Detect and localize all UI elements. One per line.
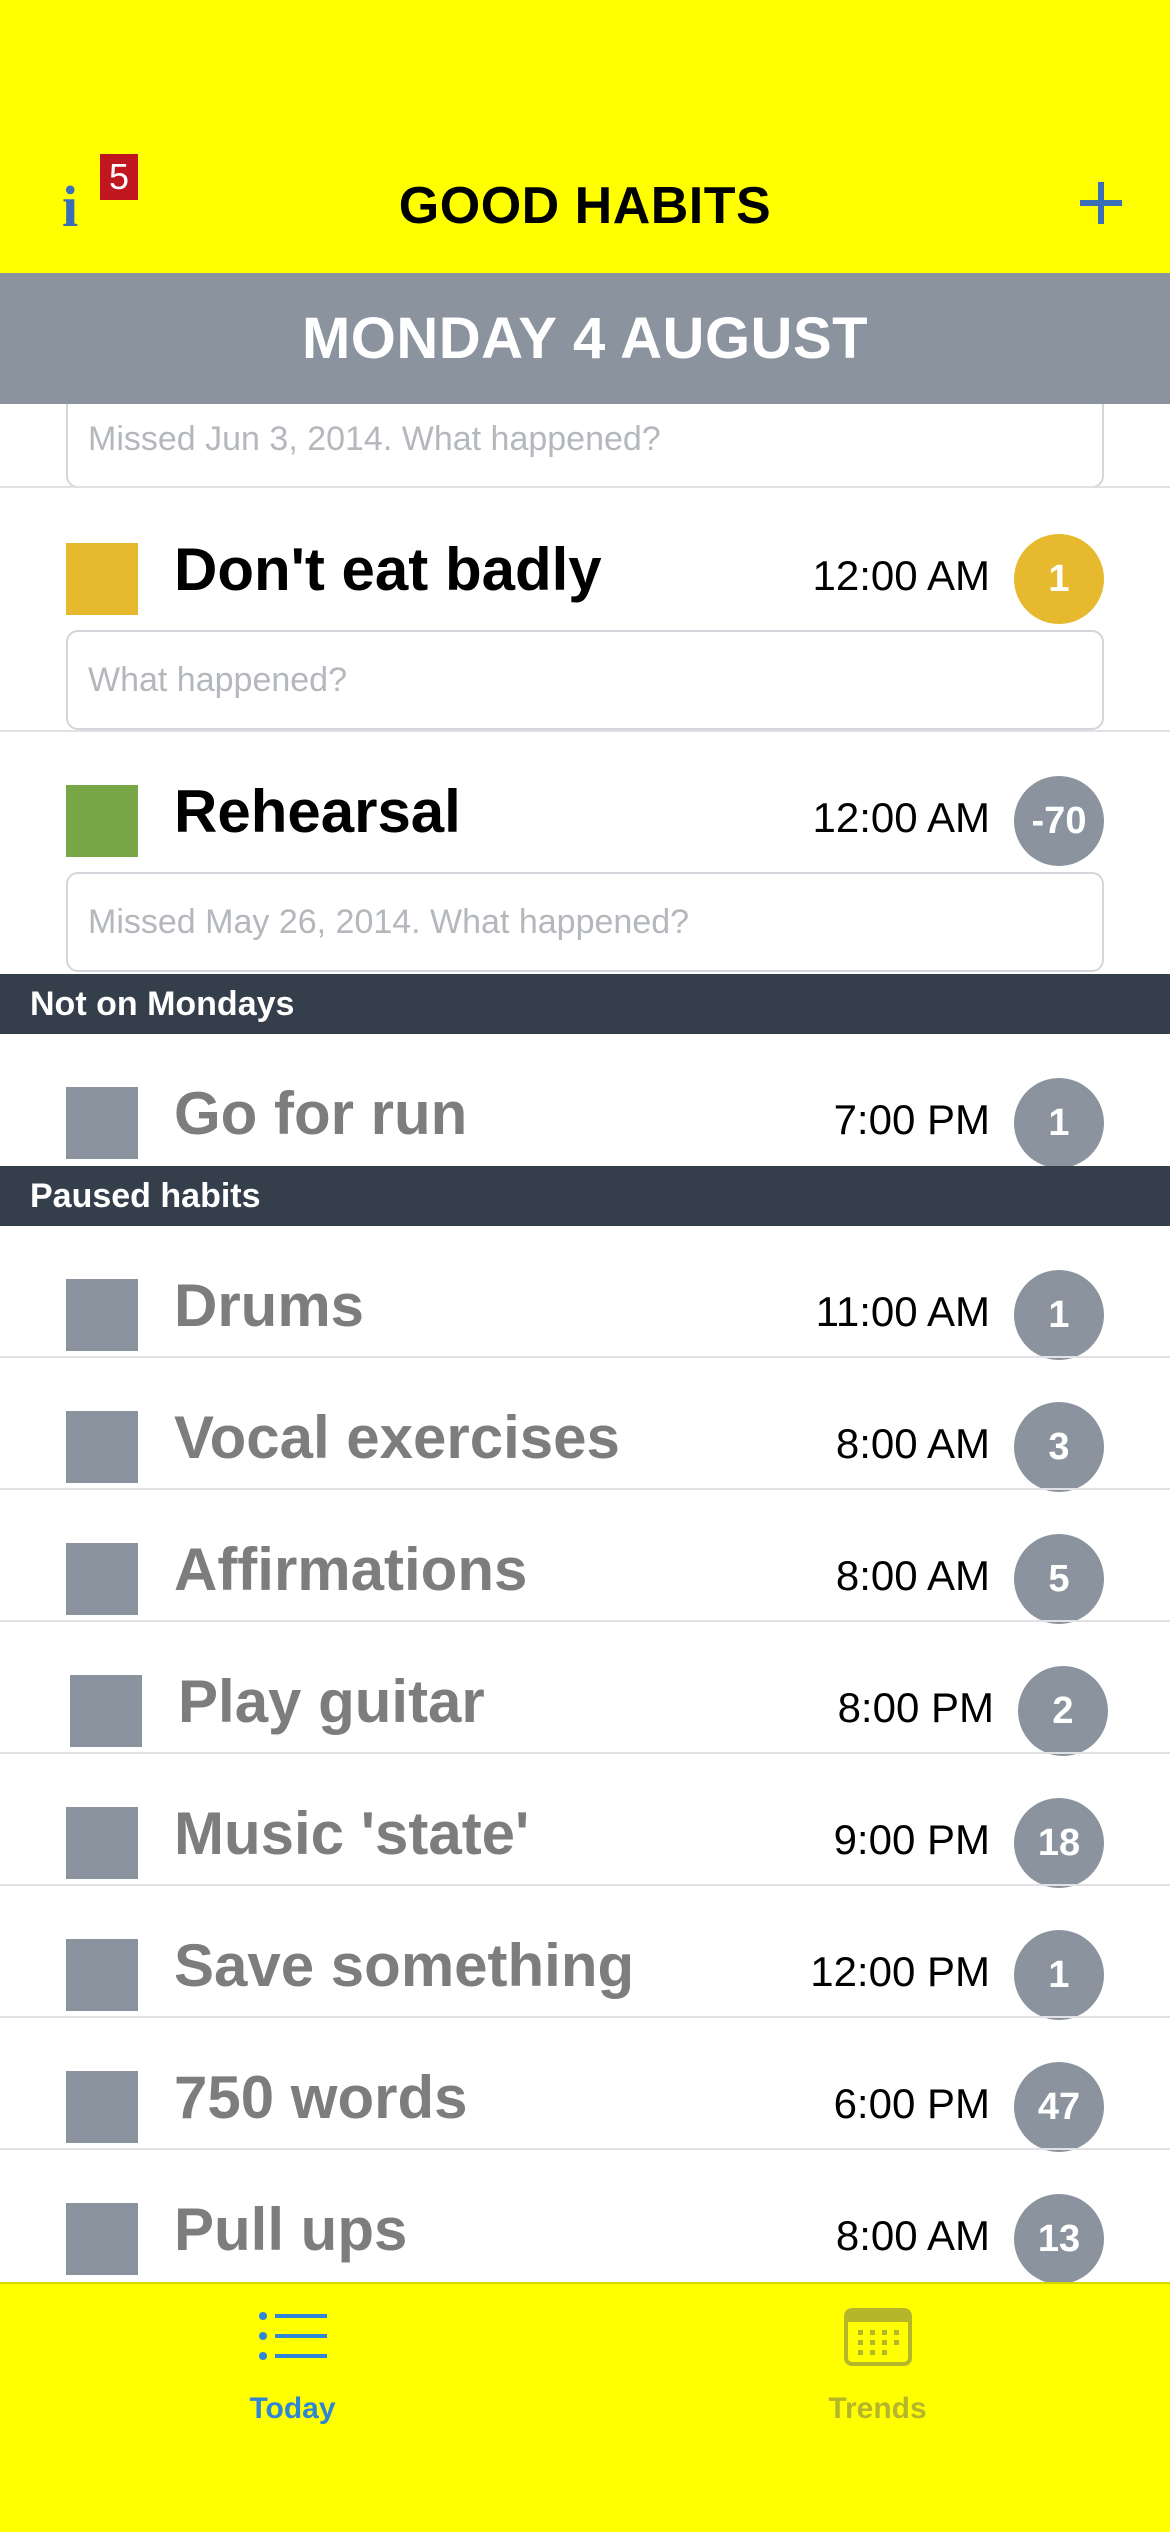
streak-count-badge: 1 (1014, 1078, 1104, 1168)
habit-name: Don't eat badly (174, 536, 602, 603)
tab-today[interactable]: Today (0, 2284, 585, 2444)
habit-checkbox[interactable] (66, 1411, 138, 1483)
streak-count-badge: 1 (1014, 1270, 1104, 1360)
top-bar: i 5 GOOD HABITS (0, 0, 1170, 273)
habit-checkbox[interactable] (66, 1543, 138, 1615)
habit-checkbox[interactable] (66, 1087, 138, 1159)
divider (0, 2016, 1170, 2018)
habit-time: 12:00 PM (810, 1948, 990, 1995)
tab-label: Trends (828, 2392, 927, 2425)
habit-row-affirmations[interactable]: Affirmations 8:00 AM 5 (0, 1500, 1170, 1630)
habit-time: 12:00 AM (812, 794, 990, 841)
habit-row-drums[interactable]: Drums 11:00 AM 1 (0, 1236, 1170, 1366)
habit-note-input[interactable]: Missed May 26, 2014. What happened? (66, 872, 1104, 972)
habit-time: 8:00 AM (835, 2212, 990, 2259)
habit-name: Affirmations (174, 1536, 528, 1603)
habit-name: Rehearsal (174, 778, 461, 845)
habit-checkbox[interactable] (66, 785, 138, 857)
streak-count-badge: -70 (1014, 776, 1104, 866)
divider (0, 1488, 1170, 1490)
tab-label: Today (249, 2392, 336, 2425)
add-habit-button[interactable] (1078, 180, 1124, 226)
streak-count-badge: 2 (1018, 1666, 1108, 1756)
habit-note-input[interactable]: What happened? (66, 630, 1104, 730)
divider (0, 1884, 1170, 1886)
habit-checkbox[interactable] (66, 2203, 138, 2275)
tab-trends[interactable]: Trends (585, 2284, 1170, 2444)
habit-time: 11:00 AM (815, 1288, 990, 1335)
streak-count-badge: 47 (1014, 2062, 1104, 2152)
habit-time: 9:00 PM (833, 1816, 990, 1863)
habit-time: 12:00 AM (812, 552, 990, 599)
habit-time: 8:00 AM (835, 1420, 990, 1467)
habit-name: Play guitar (178, 1668, 485, 1735)
streak-count-badge: 5 (1014, 1534, 1104, 1624)
divider (0, 730, 1170, 732)
habit-row-save-something[interactable]: Save something 12:00 PM 1 (0, 1896, 1170, 2026)
app-title: GOOD HABITS (398, 177, 772, 235)
divider (0, 486, 1170, 488)
habit-checkbox[interactable] (70, 1675, 142, 1747)
habit-name: Save something (174, 1932, 635, 1999)
habit-checkbox[interactable] (66, 543, 138, 615)
habit-name: Pull ups (174, 2196, 408, 2263)
habit-name: Drums (174, 1272, 365, 1339)
divider (0, 1356, 1170, 1358)
habit-name: 750 words (174, 2064, 468, 2131)
habit-time: 7:00 PM (833, 1096, 990, 1143)
divider (0, 1620, 1170, 1622)
habit-checkbox[interactable] (66, 1279, 138, 1351)
habit-note-input[interactable]: Missed Jun 3, 2014. What happened? (66, 404, 1104, 488)
habit-time: 6:00 PM (833, 2080, 990, 2127)
habit-row-dont-eat-badly[interactable]: Don't eat badly 12:00 AM 1 (0, 500, 1170, 630)
habit-row-750-words[interactable]: 750 words 6:00 PM 47 (0, 2028, 1170, 2158)
section-header-not-on-mondays: Not on Mondays (0, 974, 1170, 1034)
habit-row-vocal-exercises[interactable]: Vocal exercises 8:00 AM 3 (0, 1368, 1170, 1498)
habit-row-rehearsal[interactable]: Rehearsal 12:00 AM -70 (0, 742, 1170, 872)
divider (0, 2148, 1170, 2150)
streak-count-badge: 1 (1014, 1930, 1104, 2020)
habit-row-pull-ups[interactable]: Pull ups 8:00 AM 13 (0, 2160, 1170, 2290)
habit-time: 8:00 PM (837, 1684, 994, 1731)
divider (0, 1752, 1170, 1754)
date-header: MONDAY 4 AUGUST (0, 273, 1170, 404)
tab-bar: Today Trends (0, 2282, 1170, 2532)
streak-count-badge: 18 (1014, 1798, 1104, 1888)
calendar-icon (844, 2308, 912, 2366)
habit-row-play-guitar[interactable]: Play guitar 8:00 PM 2 (4, 1632, 1170, 1762)
habit-checkbox[interactable] (66, 1807, 138, 1879)
list-icon (259, 2312, 327, 2360)
habit-name: Go for run (174, 1080, 468, 1147)
streak-count-badge: 3 (1014, 1402, 1104, 1492)
habit-row-music-state[interactable]: Music 'state' 9:00 PM 18 (0, 1764, 1170, 1894)
habit-name: Vocal exercises (174, 1404, 620, 1471)
habit-checkbox[interactable] (66, 2071, 138, 2143)
habit-name: Music 'state' (174, 1800, 530, 1867)
habit-time: 8:00 AM (835, 1552, 990, 1599)
streak-count-badge: 1 (1014, 534, 1104, 624)
habit-checkbox[interactable] (66, 1939, 138, 2011)
habit-row-go-for-run[interactable]: Go for run 7:00 PM 1 (0, 1044, 1170, 1174)
streak-count-badge: 13 (1014, 2194, 1104, 2284)
section-header-paused-habits: Paused habits (0, 1166, 1170, 1226)
